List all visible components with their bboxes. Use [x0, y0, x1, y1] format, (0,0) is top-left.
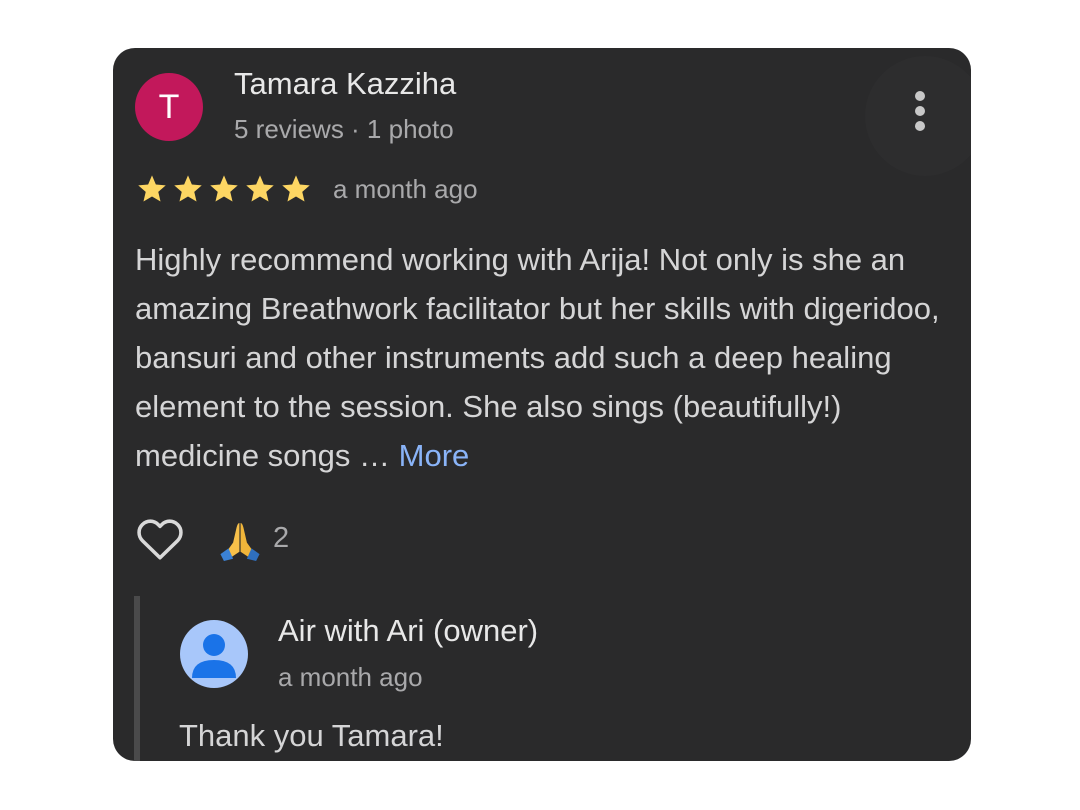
heart-outline-icon[interactable] — [135, 515, 185, 561]
more-link[interactable]: More — [399, 438, 470, 473]
review-card: T Tamara Kazziha 5 reviews · 1 photo a m… — [113, 48, 971, 761]
owner-reply-time: a month ago — [278, 662, 423, 692]
reviewer-avatar[interactable]: T — [135, 73, 203, 141]
avatar-initial: T — [158, 87, 180, 126]
reaction-count: 2 — [273, 521, 290, 554]
reviewer-name[interactable]: Tamara Kazziha — [234, 66, 456, 102]
review-text: Highly recommend working with Arija! Not… — [135, 235, 965, 480]
reactions-row: 2 — [135, 514, 289, 562]
owner-avatar — [180, 620, 248, 688]
owner-reply: Air with Ari (owner) a month ago Thank y… — [134, 596, 960, 761]
star-rating — [135, 173, 313, 205]
more-options-button[interactable] — [865, 56, 971, 176]
review-text-content: Highly recommend working with Arija! Not… — [135, 242, 940, 473]
star-icon — [246, 175, 274, 202]
reaction-folded-hands[interactable]: 2 — [217, 515, 289, 561]
person-icon — [192, 634, 236, 678]
star-icon — [174, 175, 202, 202]
star-icon — [138, 175, 166, 202]
more-vert-icon — [915, 91, 925, 131]
rating-row: a month ago — [135, 169, 478, 209]
owner-reply-text: Thank you Tamara! — [179, 718, 444, 753]
star-icon — [282, 175, 310, 202]
review-time: a month ago — [333, 173, 478, 204]
folded-hands-icon — [220, 523, 260, 561]
star-icon — [210, 175, 238, 202]
owner-name: Air with Ari (owner) — [278, 613, 539, 648]
reviewer-meta[interactable]: 5 reviews · 1 photo — [234, 114, 454, 145]
